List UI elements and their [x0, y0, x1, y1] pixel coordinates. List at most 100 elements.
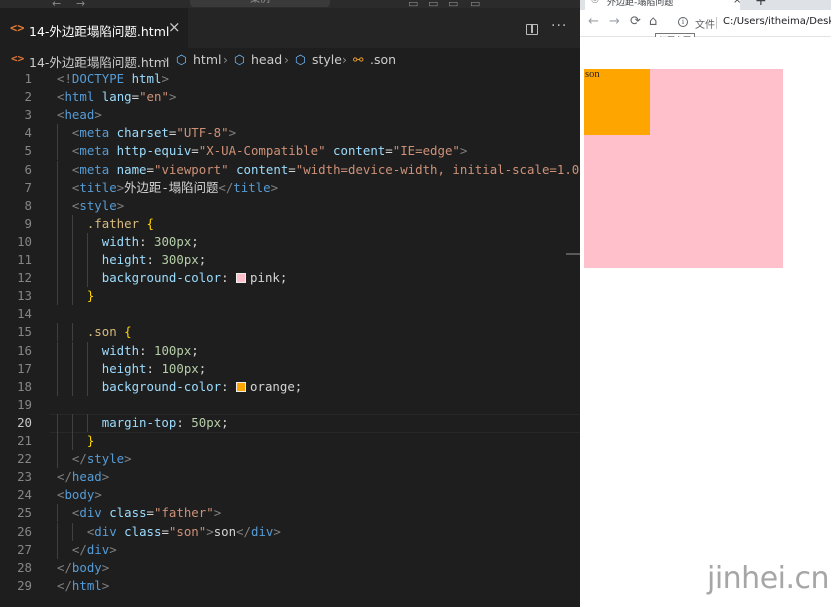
- breadcrumb-item-style[interactable]: style: [312, 52, 342, 67]
- code-token: lang: [94, 89, 132, 105]
- breadcrumb-item-html[interactable]: html: [193, 52, 221, 67]
- code-line[interactable]: 7 <title>外边距-塌陷问题</title>: [0, 178, 580, 197]
- code-line[interactable]: 15 .son {: [0, 323, 580, 342]
- code-line[interactable]: 28 </body>: [0, 559, 580, 577]
- code-text: </html>: [57, 577, 109, 595]
- code-line[interactable]: 5 <meta http-equiv="X-UA-Compatible" cont…: [0, 142, 580, 161]
- indent-guide: [71, 232, 73, 251]
- code-text: width: 300px;: [102, 233, 199, 251]
- close-icon[interactable]: ×: [733, 0, 741, 6]
- code-line[interactable]: 22 </style>: [0, 450, 580, 469]
- indent-guide: [86, 359, 88, 378]
- code-token: </: [218, 179, 234, 195]
- code-token: pink;: [250, 270, 288, 286]
- breadcrumb-item-head[interactable]: head: [251, 52, 282, 67]
- code-token: ;: [191, 233, 199, 249]
- line-number: 3: [24, 107, 32, 123]
- indent-guide: [86, 413, 88, 432]
- title-bar: ← → 案例 ▭ ▭ ▭ ▭: [0, 0, 580, 10]
- reload-icon[interactable]: ⟳: [630, 14, 641, 29]
- code-line[interactable]: 3 <head>: [0, 106, 580, 124]
- color-swatch[interactable]: [236, 381, 247, 392]
- code-token: style: [86, 451, 125, 467]
- code-token: =: [191, 143, 199, 159]
- more-actions-icon[interactable]: ···: [551, 18, 567, 34]
- code-token: "son": [168, 523, 207, 539]
- code-token: :: [139, 233, 154, 249]
- code-line[interactable]: 23 </head>: [0, 468, 580, 486]
- code-token: style: [79, 197, 117, 213]
- info-icon[interactable]: i: [678, 17, 688, 27]
- command-center-search[interactable]: 案例: [190, 0, 330, 7]
- code-line[interactable]: 18 background-color: orange;: [0, 377, 580, 396]
- breadcrumb-separator: ›: [342, 52, 347, 67]
- code-line[interactable]: 4 <meta charset="UTF-8">: [0, 124, 580, 143]
- code-line[interactable]: 13}: [0, 287, 580, 306]
- code-line[interactable]: 9 .father {: [0, 214, 580, 233]
- code-line[interactable]: 24 <body>: [0, 486, 580, 504]
- code-text: <html lang="en">: [57, 88, 176, 106]
- element-symbol-icon: ⬡: [176, 52, 187, 67]
- code-token: }: [86, 433, 95, 448]
- code-token: </: [57, 469, 72, 485]
- code-line[interactable]: 12 background-color: pink;: [0, 269, 580, 288]
- code-line[interactable]: 26 <div class="son">son</div>: [0, 522, 580, 541]
- code-line[interactable]: 25 <div class="father">: [0, 504, 580, 523]
- code-line[interactable]: 27 </div>: [0, 540, 580, 559]
- code-line[interactable]: 6 <meta name="viewport" content="width=de…: [0, 160, 580, 179]
- code-line[interactable]: 8 <style>: [0, 196, 580, 215]
- address-bar[interactable]: C:/Users/itheima/Deskto: [723, 16, 831, 27]
- indent-guide: [57, 432, 58, 450]
- code-line[interactable]: 10 width: 300px;: [0, 232, 580, 251]
- color-swatch[interactable]: [236, 273, 247, 284]
- tab-active-file[interactable]: <> 14-外边距塌陷问题.html ×: [0, 8, 188, 49]
- new-tab-button[interactable]: +: [755, 0, 767, 9]
- code-token: >: [459, 143, 468, 159]
- breadcrumb-item-son[interactable]: .son: [370, 52, 396, 67]
- split-editor-icon[interactable]: [526, 24, 538, 35]
- code-line[interactable]: 1 <!DOCTYPE html>: [0, 70, 580, 88]
- code-token: >: [101, 469, 110, 485]
- forward-arrow-icon[interactable]: →: [609, 14, 620, 29]
- code-line[interactable]: 14: [0, 305, 580, 323]
- indent-guide: [86, 232, 88, 251]
- code-token: >: [270, 179, 279, 195]
- line-number: 16: [17, 342, 32, 358]
- line-number: 23: [17, 469, 32, 485]
- line-number: 2: [24, 89, 32, 105]
- line-number: 9: [24, 215, 32, 231]
- code-token: :: [139, 342, 154, 358]
- code-line[interactable]: 21}: [0, 432, 580, 450]
- code-token: "IE=edge": [392, 143, 460, 159]
- code-text: <div class="father">: [72, 504, 221, 522]
- code-token: div: [86, 541, 110, 557]
- indent-guide: [71, 359, 73, 378]
- indent-guide: [71, 522, 73, 541]
- code-line[interactable]: 20 margin-top: 50px;: [0, 413, 580, 433]
- code-token: >: [124, 451, 132, 467]
- line-number: 18: [17, 378, 32, 394]
- html-file-icon: <>: [11, 52, 25, 65]
- code-token: "en": [139, 89, 169, 105]
- code-token: </: [71, 451, 87, 467]
- code-token: >: [228, 125, 237, 141]
- code-line[interactable]: 16 width: 100px;: [0, 341, 580, 360]
- code-token: 50px: [191, 414, 222, 430]
- code-token: charset: [109, 125, 169, 141]
- code-line[interactable]: 19: [0, 396, 580, 414]
- breadcrumb-file[interactable]: 14-外边距塌陷问题.html: [29, 52, 169, 71]
- code-line[interactable]: 17 height: 100px;: [0, 359, 580, 378]
- code-text: <meta name="viewport" content="width=dev…: [72, 161, 580, 179]
- browser-tab[interactable]: ◎ 外边距-塌陷问题 ×: [585, 0, 741, 10]
- code-text: height: 300px;: [102, 251, 206, 269]
- close-icon[interactable]: ×: [168, 18, 181, 36]
- back-arrow-icon[interactable]: ←: [588, 14, 599, 29]
- code-line[interactable]: 2 <html lang="en">: [0, 88, 580, 106]
- code-token: height: [101, 252, 147, 267]
- code-token: div: [251, 523, 274, 539]
- code-line[interactable]: 11 height: 300px;: [0, 251, 580, 269]
- code-token: >: [101, 559, 110, 575]
- home-icon[interactable]: ⌂: [649, 14, 657, 29]
- code-line[interactable]: 29 </html>: [0, 577, 580, 595]
- scrollbar-marker[interactable]: [566, 253, 580, 255]
